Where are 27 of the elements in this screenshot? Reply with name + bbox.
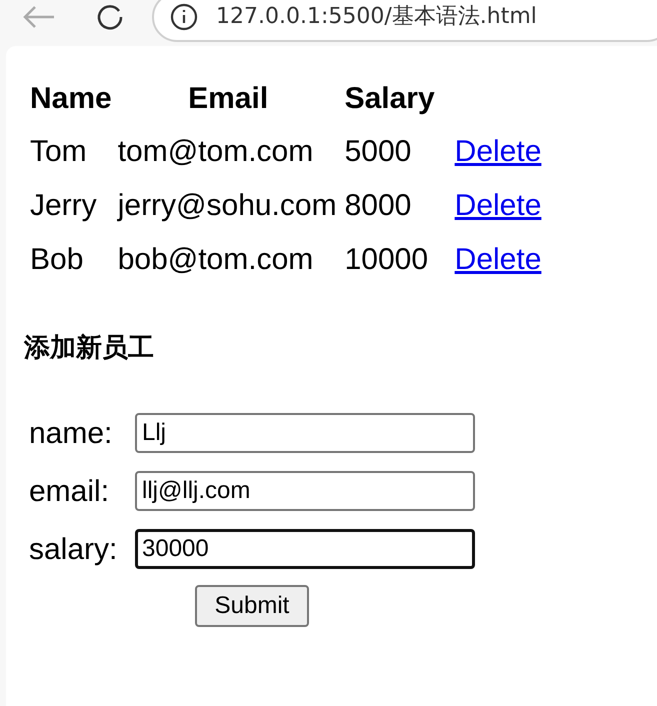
column-header: Salary: [344, 80, 436, 116]
delete-link[interactable]: Delete: [454, 242, 542, 276]
table-cell-text: tom@tom.com: [116, 134, 314, 170]
input-field[interactable]: 30000: [135, 529, 475, 569]
table-cell-text: Tom: [29, 134, 88, 170]
table-cell-text: 10000: [344, 242, 430, 278]
info-icon[interactable]: [170, 3, 198, 31]
input-field[interactable]: llj@llj.com: [135, 471, 475, 511]
delete-link[interactable]: Delete: [454, 188, 542, 222]
field-label: name:: [29, 416, 114, 452]
table-cell-text: Bob: [29, 242, 84, 278]
table-cell-text: bob@tom.com: [116, 242, 314, 278]
table-cell-text: Jerry: [29, 188, 98, 224]
table-cell-text: jerry@sohu.com: [116, 188, 338, 224]
input-field[interactable]: Llj: [135, 413, 475, 453]
field-label: salary:: [29, 532, 118, 568]
address-bar[interactable]: 127.0.0.1:5500/基本语法.html: [152, 0, 657, 42]
column-header: Email: [187, 80, 270, 116]
field-label: email:: [29, 474, 110, 510]
submit-button[interactable]: Submit: [195, 585, 309, 627]
table-cell-text: 5000: [344, 134, 412, 170]
url-text: 127.0.0.1:5500/基本语法.html: [216, 3, 537, 31]
column-header: Name: [29, 80, 113, 116]
delete-link[interactable]: Delete: [454, 134, 542, 168]
table-cell-text: 8000: [344, 188, 412, 224]
reload-icon[interactable]: [96, 3, 124, 31]
form-heading: 添加新员工: [24, 331, 155, 364]
